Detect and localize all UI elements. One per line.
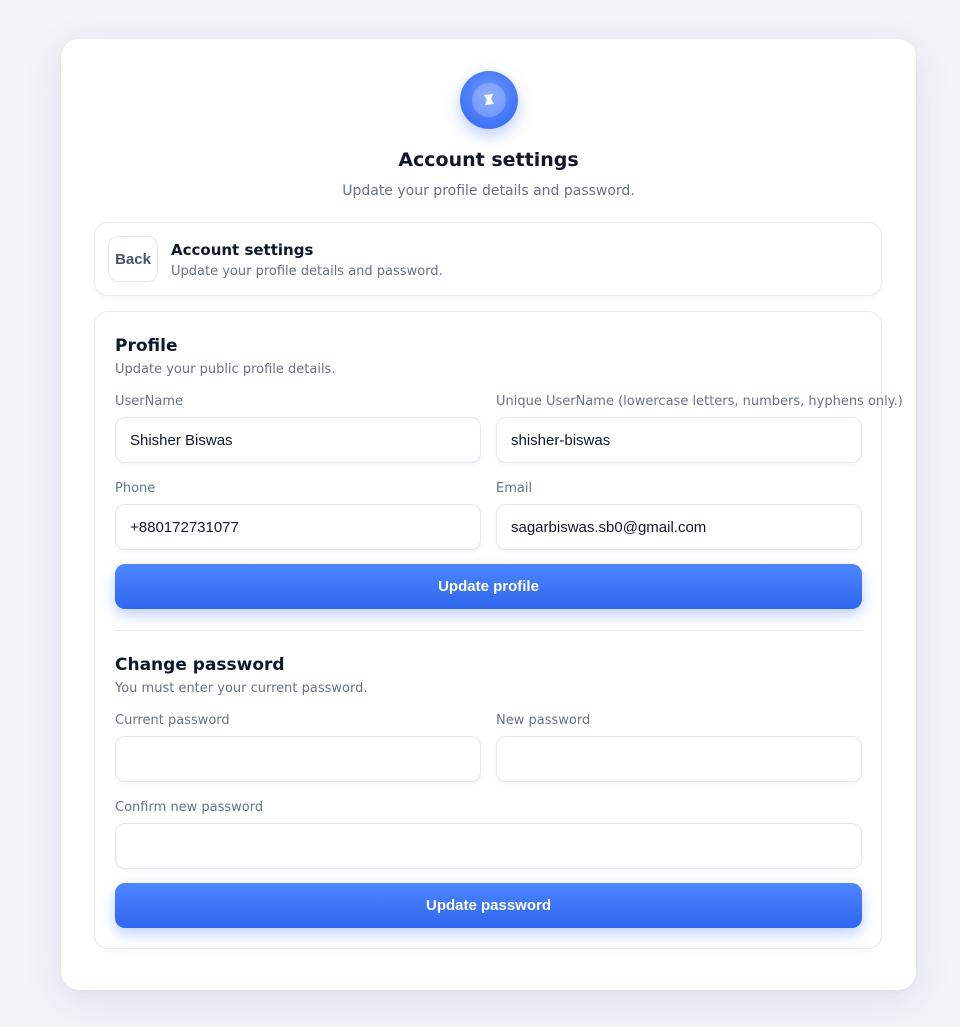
pin-icon	[472, 83, 506, 117]
unique-username-label: Unique UserName (lowercase letters, numb…	[496, 394, 903, 409]
header-subtitle: Update your profile details and password…	[171, 264, 443, 279]
profile-section-subtitle: Update your public profile details.	[115, 362, 336, 377]
back-button[interactable]: Back	[108, 236, 158, 282]
username-label: UserName	[115, 394, 183, 409]
confirm-password-label: Confirm new password	[115, 800, 264, 815]
header-title: Account settings	[171, 241, 314, 259]
new-password-label: New password	[496, 713, 591, 728]
email-label: Email	[496, 481, 533, 496]
unique-username-input[interactable]	[496, 417, 862, 463]
update-profile-button[interactable]: Update profile	[115, 564, 862, 609]
phone-label: Phone	[115, 481, 156, 496]
current-password-label: Current password	[115, 713, 230, 728]
profile-section-title: Profile	[115, 336, 178, 356]
page-subtitle: Update your profile details and password…	[342, 183, 635, 199]
app-logo	[460, 71, 518, 129]
settings-form: Profile Update your public profile detai…	[94, 311, 903, 949]
password-section-title: Change password	[115, 655, 285, 675]
settings-header: Back Account settings Update your profil…	[94, 222, 882, 296]
settings-card: Account settings Update your profile det…	[61, 39, 916, 990]
username-input[interactable]	[115, 417, 481, 463]
phone-input[interactable]	[115, 504, 481, 550]
update-password-button[interactable]: Update password	[115, 883, 862, 928]
section-divider	[115, 630, 862, 631]
confirm-password-input[interactable]	[115, 823, 862, 869]
new-password-input[interactable]	[496, 736, 862, 782]
password-section-subtitle: You must enter your current password.	[115, 681, 368, 696]
email-input[interactable]	[496, 504, 862, 550]
page-title: Account settings	[398, 149, 579, 171]
current-password-input[interactable]	[115, 736, 481, 782]
